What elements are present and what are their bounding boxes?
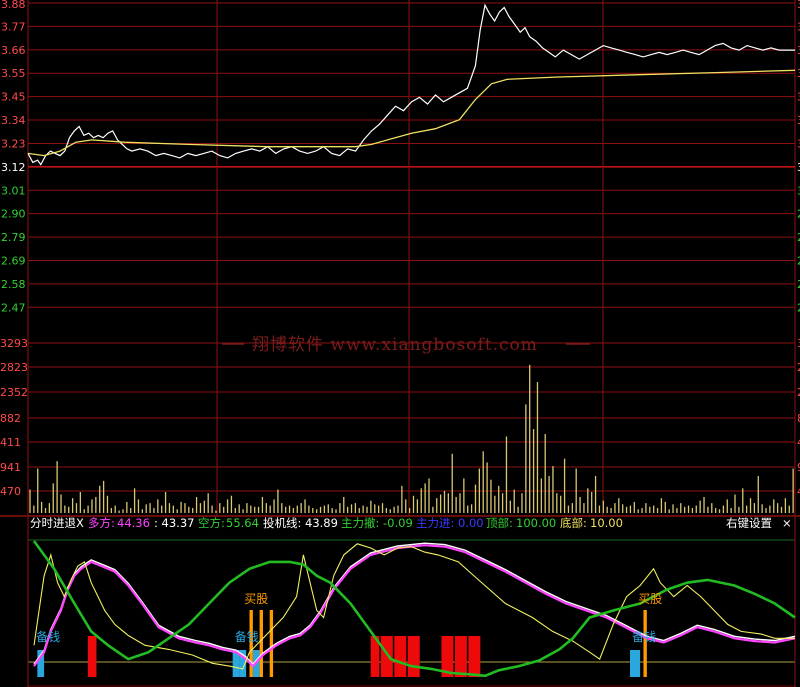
price-tick-label: 3.34 bbox=[1, 114, 26, 127]
red-block bbox=[468, 636, 481, 677]
zhulijin-label: 主力进: bbox=[416, 516, 454, 530]
price-tick-label: 3.45 bbox=[1, 91, 26, 104]
indicator-title[interactable]: 分时进退X bbox=[30, 516, 84, 530]
buy-signal-label: 买股 bbox=[244, 592, 268, 606]
volume-tick-label: 941 bbox=[0, 461, 21, 474]
price-tick-label: 3.23 bbox=[1, 137, 26, 150]
ready-signal-label: 备钱 bbox=[36, 629, 60, 644]
ready-signal-label: 备钱 bbox=[632, 629, 656, 644]
price-tick-label: 2.90 bbox=[1, 208, 26, 221]
dingbu-label: 顶部: bbox=[486, 516, 513, 530]
orange-block bbox=[259, 610, 263, 677]
red-block bbox=[454, 636, 467, 677]
duofang-label: 多方: bbox=[88, 516, 115, 530]
price-tick-label: 2.47 bbox=[1, 301, 26, 314]
zhulichu-value: -0.09 bbox=[383, 516, 413, 530]
price-tick-label: 2.69 bbox=[1, 254, 26, 267]
price-tick-label: 3.77 bbox=[1, 20, 26, 33]
zhulichu-label: 主力撤: bbox=[341, 516, 379, 530]
toujixian-label: 投机线: bbox=[263, 516, 301, 530]
price-tick-label: 3.01 bbox=[1, 184, 26, 197]
kongfang-label: 空方: bbox=[198, 516, 225, 530]
price-tick-label: 2.79 bbox=[1, 231, 26, 244]
red-block bbox=[394, 636, 407, 677]
close-icon[interactable]: × bbox=[782, 516, 792, 530]
orange-block bbox=[269, 610, 274, 677]
ready-signal-label: 备钱 bbox=[235, 629, 259, 644]
chart-canvas: 3.8833.7733.6633.5533.4533.3433.2333.123… bbox=[0, 0, 800, 687]
settings-button[interactable]: 右键设置 bbox=[726, 516, 772, 530]
buy-signal-label: 买股 bbox=[638, 592, 662, 606]
dibu-label: 底部: bbox=[560, 516, 587, 530]
price-tick-label: 3.66 bbox=[1, 44, 26, 57]
watermark-text: 翔博软件 www.xiangbosoft.com bbox=[252, 335, 538, 355]
red-block bbox=[407, 636, 420, 677]
volume-tick-label: 470 bbox=[0, 485, 21, 498]
toujixian-value: 43.89 bbox=[305, 516, 338, 530]
zhulijin-value: 0.00 bbox=[458, 516, 484, 530]
volume-tick-label: 882 bbox=[0, 412, 21, 425]
cyan-block bbox=[630, 650, 641, 677]
price-tick-label: 3.12 bbox=[1, 161, 26, 174]
price-tick-label: 3.55 bbox=[1, 67, 26, 80]
price-tick-label: 3.88 bbox=[1, 0, 26, 11]
volume-tick-label: 411 bbox=[0, 436, 21, 449]
price-tick-label: 2.58 bbox=[1, 278, 26, 291]
kongfang-value: 55.64 bbox=[226, 516, 259, 530]
dingbu-value: 100.00 bbox=[516, 516, 556, 530]
volume-tick-label: 2352 bbox=[0, 386, 28, 399]
dibu-value: 10.00 bbox=[590, 516, 623, 530]
duofang-value2: : 43.37 bbox=[154, 516, 194, 530]
watermark: 翔博软件 www.xiangbosoft.com bbox=[222, 335, 590, 355]
red-block bbox=[380, 636, 393, 677]
red-block bbox=[87, 636, 97, 677]
volume-tick-label: 3293 bbox=[0, 337, 28, 350]
duofang-value: 44.36 bbox=[117, 516, 150, 530]
volume-tick-label: 2823 bbox=[0, 361, 28, 374]
